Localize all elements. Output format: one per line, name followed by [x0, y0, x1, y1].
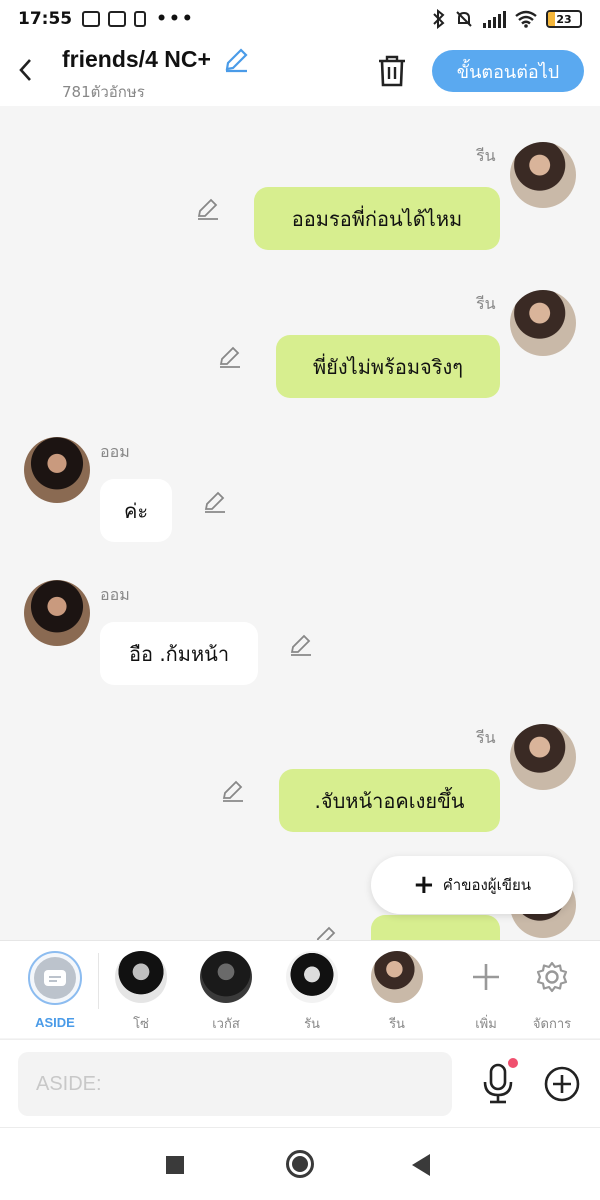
input-bar: [0, 1039, 600, 1127]
home-button[interactable]: [286, 1150, 314, 1178]
microphone-icon: [483, 1063, 513, 1104]
add-label: เพิ่ม: [475, 1017, 497, 1032]
avatar-reen[interactable]: [510, 142, 576, 208]
chevron-left-icon: [19, 59, 31, 81]
mute-icon: [456, 11, 472, 27]
message-icon: [108, 11, 127, 27]
character-count: 781ตัวอักษร: [62, 83, 145, 101]
message-bubble[interactable]: อือ .ก้มหน้า: [100, 622, 258, 685]
divider: [98, 953, 99, 1009]
edit-message-icon[interactable]: [220, 778, 246, 804]
voice-input-button[interactable]: [480, 1062, 516, 1106]
battery-icon: 23: [546, 10, 582, 28]
avatar-aom[interactable]: [24, 437, 90, 503]
more-notifications-icon: •••: [156, 9, 195, 29]
message-sender: รีน: [476, 294, 496, 313]
plus-circle-icon: [544, 1066, 580, 1102]
next-step-button[interactable]: ขั้นตอนต่อไป: [432, 50, 584, 92]
message-bubble[interactable]: [371, 915, 500, 940]
message-bubble[interactable]: .จับหน้าอคเงยขึ้น: [279, 769, 500, 832]
manage-characters-button[interactable]: จัดการ: [517, 951, 587, 1034]
message-sender: รีน: [476, 728, 496, 747]
message-bubble[interactable]: พี่ยังไม่พร้อมจริงๆ: [276, 335, 500, 398]
avatar-aom[interactable]: [24, 580, 90, 646]
battery-level: 23: [556, 12, 572, 26]
chat-bubble-icon: [44, 970, 66, 986]
pencil-icon: [225, 48, 248, 73]
message-sender: ออม: [100, 442, 130, 461]
message-bubble[interactable]: ค่ะ: [100, 479, 172, 542]
plus-icon: +: [412, 870, 435, 900]
chat-area[interactable]: รีน ออมรอพี่ก่อนได้ไหม รีน พี่ยังไม่พร้อ…: [0, 106, 600, 940]
system-icons: 23: [432, 9, 582, 29]
character-label: รีน: [389, 1017, 405, 1032]
message-sender: ออม: [100, 585, 130, 604]
character-bar: ASIDE โซ่ เวกัส รัน รีน เพิ่ม จัดการ: [0, 940, 600, 1038]
edit-message-icon[interactable]: [202, 489, 228, 515]
avatar-reen[interactable]: [510, 290, 576, 356]
back-button[interactable]: [12, 52, 40, 88]
character-label: ASIDE: [35, 1015, 75, 1030]
aside-inner: [34, 957, 76, 999]
add-writer-note-button[interactable]: + คำของผู้เขียน: [371, 856, 573, 914]
edit-message-icon[interactable]: [288, 632, 314, 658]
avatar-run: [286, 951, 338, 1003]
edit-message-icon[interactable]: [217, 344, 243, 370]
character-reen[interactable]: รีน: [362, 951, 432, 1034]
avatar-vegas: [200, 951, 252, 1003]
character-label: เวกัส: [212, 1017, 240, 1032]
notification-dot: [508, 1058, 518, 1068]
edit-message-icon[interactable]: [313, 924, 339, 940]
character-aside[interactable]: ASIDE: [20, 951, 90, 1030]
trash-icon: [379, 55, 405, 87]
wifi-icon: [515, 10, 537, 28]
add-character-button[interactable]: เพิ่ม: [451, 951, 521, 1034]
writer-note-label: คำของผู้เขียน: [442, 876, 532, 894]
battery-saver-icon: [134, 11, 147, 27]
page-title: friends/4 NC+: [62, 46, 211, 72]
system-nav-bar: [0, 1127, 600, 1200]
home-icon: [292, 1156, 308, 1172]
plus-icon: [460, 951, 512, 1003]
character-vegas[interactable]: เวกัส: [191, 951, 261, 1034]
avatar-reen-small: [371, 951, 423, 1003]
status-bar: 17:55 ••• 23: [0, 0, 600, 38]
gear-icon: [526, 951, 578, 1003]
delete-button[interactable]: [376, 54, 408, 88]
recent-apps-button[interactable]: [166, 1156, 184, 1174]
notification-icons: [82, 11, 147, 27]
character-label: รัน: [304, 1017, 320, 1032]
add-content-button[interactable]: [543, 1065, 581, 1103]
character-label: โซ่: [133, 1017, 149, 1032]
status-time: 17:55: [18, 9, 73, 29]
bluetooth-icon: [433, 9, 445, 29]
chat-header: friends/4 NC+ 781ตัวอักษร ขั้นตอนต่อไป: [0, 38, 600, 106]
character-run[interactable]: รัน: [277, 951, 347, 1034]
message-bubble[interactable]: ออมรอพี่ก่อนได้ไหม: [254, 187, 500, 250]
message-input[interactable]: [18, 1052, 452, 1116]
edit-message-icon[interactable]: [195, 196, 221, 222]
video-app-icon: [82, 11, 101, 27]
signal-icon: [483, 11, 506, 28]
system-back-button[interactable]: [412, 1154, 430, 1176]
aside-avatar: [28, 951, 82, 1005]
character-so[interactable]: โซ่: [106, 951, 176, 1034]
avatar-so: [115, 951, 167, 1003]
message-sender: รีน: [476, 146, 496, 165]
edit-title-button[interactable]: [222, 46, 250, 74]
manage-label: จัดการ: [532, 1017, 572, 1032]
avatar-reen[interactable]: [510, 724, 576, 790]
